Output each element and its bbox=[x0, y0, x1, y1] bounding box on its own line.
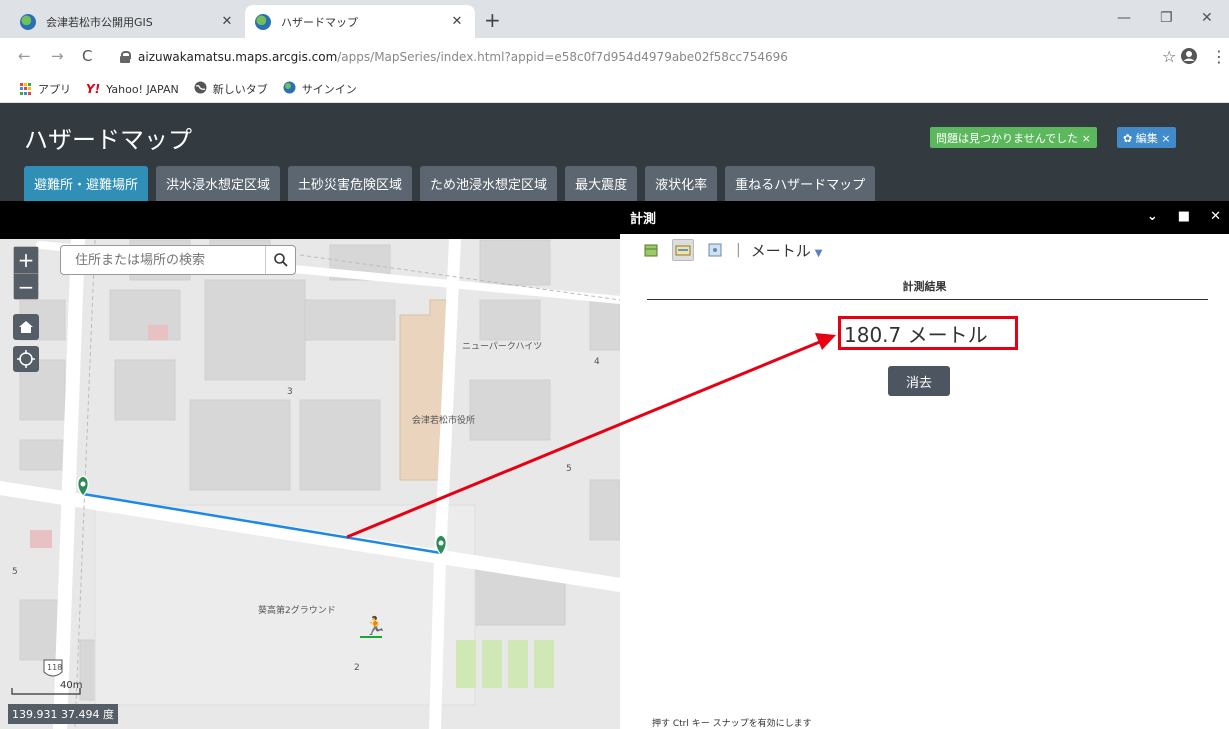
apps-grid-icon bbox=[20, 83, 32, 95]
bookmark-signin[interactable]: サインイン bbox=[283, 81, 357, 97]
distance-tool-button[interactable] bbox=[672, 239, 694, 261]
edit-button[interactable]: ✿ 編集 × bbox=[1117, 127, 1177, 148]
zoom-out-button[interactable]: − bbox=[14, 273, 38, 299]
close-tab-icon[interactable]: ✕ bbox=[449, 14, 465, 29]
tab-title: 会津若松市公開用GIS bbox=[46, 15, 153, 29]
arcgis-favicon-icon bbox=[20, 13, 36, 30]
forward-icon[interactable]: → bbox=[51, 47, 64, 65]
profile-icon[interactable] bbox=[1180, 47, 1198, 70]
map-series-tabs: 避難所・避難場所 洪水浸水想定区域 土砂災害危険区域 ため池浸水想定区域 最大震… bbox=[24, 166, 883, 201]
tab-title: ハザードマップ bbox=[281, 15, 358, 29]
scale-label: 40m bbox=[60, 680, 83, 691]
window-close-icon[interactable]: ✕ bbox=[1201, 10, 1213, 26]
distance-icon bbox=[675, 245, 691, 256]
browser-tab-gis[interactable]: 会津若松市公開用GIS ✕ bbox=[10, 5, 245, 38]
tab-evacuation[interactable]: 避難所・避難場所 bbox=[24, 166, 149, 201]
bookmark-star-icon[interactable]: ☆ bbox=[1162, 47, 1176, 66]
map-top-bar bbox=[0, 201, 620, 239]
zoom-control: + − bbox=[13, 246, 39, 300]
close-panel-icon[interactable]: ✕ bbox=[1210, 209, 1221, 224]
measure-toolbar: | メートル ▼ bbox=[640, 239, 822, 261]
chevron-down-icon: ▼ bbox=[814, 247, 823, 259]
clear-button[interactable]: 消去 bbox=[888, 366, 950, 396]
toolbar-separator: | bbox=[736, 242, 741, 258]
locate-icon bbox=[17, 350, 35, 368]
svg-text:🏃: 🏃 bbox=[364, 615, 386, 637]
locate-button[interactable] bbox=[13, 346, 39, 372]
measure-panel: 計測 ⌄ ■ ✕ | メートル ▼ 計測結果 180.7 メートル 消去 押す C… bbox=[620, 201, 1229, 729]
bookmark-newtab[interactable]: 新しいタブ bbox=[194, 81, 268, 97]
close-tab-icon[interactable]: ✕ bbox=[219, 14, 235, 29]
map-label-city-hall: 会津若松市役所 bbox=[412, 416, 476, 426]
arcgis-icon bbox=[283, 81, 296, 97]
measurement-result: 180.7 メートル bbox=[838, 316, 1018, 350]
zoom-in-button[interactable]: + bbox=[14, 247, 38, 273]
bookmarks-bar: アプリ Y! Yahoo! JAPAN 新しいタブ サインイン bbox=[0, 76, 1229, 103]
tab-overlay[interactable]: 重ねるハザードマップ bbox=[725, 166, 876, 201]
bookmark-label: Yahoo! JAPAN bbox=[106, 82, 179, 96]
map-label-block: 5 bbox=[12, 567, 18, 577]
address-bar[interactable]: aizuwakamatsu.maps.arcgis.com /apps/MapS… bbox=[108, 43, 1188, 71]
coordinates-display: 139.931 37.494 度 bbox=[8, 704, 118, 724]
url-path: /apps/MapSeries/index.html?appid=e58c0f7… bbox=[337, 50, 788, 64]
minimize-icon[interactable]: — bbox=[1117, 10, 1131, 26]
menu-icon[interactable]: ⋮ bbox=[1211, 47, 1227, 66]
tab-seismic[interactable]: 最大震度 bbox=[565, 166, 638, 201]
measure-panel-header: 計測 ⌄ ■ ✕ bbox=[620, 201, 1229, 234]
map-label-ground: 葵高第2グラウンド bbox=[258, 606, 336, 616]
browser-toolbar: ← → C aizuwakamatsu.maps.arcgis.com /app… bbox=[0, 38, 1229, 76]
map-canvas[interactable]: 🏃 bbox=[0, 201, 620, 729]
location-icon bbox=[708, 243, 722, 257]
result-divider bbox=[647, 299, 1208, 300]
snap-hint: 押す Ctrl キー スナップを有効にします bbox=[652, 719, 812, 729]
unit-dropdown[interactable]: メートル ▼ bbox=[751, 240, 823, 261]
yahoo-icon: Y! bbox=[86, 82, 101, 96]
route-number: 118 bbox=[47, 663, 63, 672]
app-title: ハザードマップ bbox=[24, 126, 192, 154]
maximize-icon[interactable]: ■ bbox=[1178, 209, 1190, 224]
area-icon bbox=[644, 244, 658, 257]
globe-icon bbox=[194, 81, 207, 97]
url-host: aizuwakamatsu.maps.arcgis.com bbox=[138, 50, 338, 64]
browser-tab-bar: 会津若松市公開用GIS ✕ ハザードマップ ✕ + — ❐ ✕ bbox=[0, 0, 1229, 38]
bookmark-yahoo[interactable]: Y! Yahoo! JAPAN bbox=[86, 82, 179, 96]
area-tool-button[interactable] bbox=[640, 239, 662, 261]
collapse-icon[interactable]: ⌄ bbox=[1147, 209, 1158, 224]
search-button[interactable] bbox=[265, 246, 295, 274]
tab-landslide[interactable]: 土砂災害危険区域 bbox=[288, 166, 413, 201]
restore-icon[interactable]: ❐ bbox=[1160, 10, 1173, 26]
map-label-apartment: ニューパークハイツ bbox=[462, 342, 543, 352]
search-input[interactable] bbox=[61, 246, 265, 274]
map-label-block: 4 bbox=[594, 357, 600, 367]
status-badge[interactable]: 問題は見つかりませんでした × bbox=[930, 127, 1097, 148]
tab-liquefaction[interactable]: 液状化率 bbox=[645, 166, 718, 201]
app-header: ハザードマップ 問題は見つかりませんでした × ✿ 編集 × 避難所・避難場所 … bbox=[0, 103, 1229, 201]
unit-label: メートル bbox=[750, 241, 811, 260]
tab-flood[interactable]: 洪水浸水想定区域 bbox=[156, 166, 281, 201]
bookmark-label: アプリ bbox=[38, 83, 71, 96]
reload-icon[interactable]: C bbox=[82, 47, 92, 65]
bookmark-label: サインイン bbox=[301, 83, 357, 96]
home-icon bbox=[19, 321, 33, 333]
bookmark-apps[interactable]: アプリ bbox=[20, 81, 71, 97]
search-icon bbox=[273, 253, 288, 267]
map-view[interactable]: 🏃 bbox=[0, 201, 620, 729]
new-tab-icon[interactable]: + bbox=[484, 10, 501, 30]
bookmark-label: 新しいタブ bbox=[212, 83, 268, 96]
map-label-block: 3 bbox=[287, 387, 293, 397]
map-label-block: 2 bbox=[354, 663, 360, 673]
map-search bbox=[60, 245, 296, 275]
location-tool-button[interactable] bbox=[704, 239, 726, 261]
evacuation-site-icon[interactable]: 🏃 bbox=[360, 615, 386, 638]
result-header: 計測結果 bbox=[902, 280, 947, 293]
lock-icon bbox=[120, 51, 131, 63]
map-label-block: 5 bbox=[566, 464, 572, 474]
home-button[interactable] bbox=[13, 314, 39, 340]
browser-tab-hazardmap[interactable]: ハザードマップ ✕ bbox=[245, 5, 475, 38]
back-icon[interactable]: ← bbox=[18, 47, 31, 65]
arcgis-favicon-icon bbox=[255, 13, 271, 30]
panel-title: 計測 bbox=[630, 212, 657, 227]
tab-reservoir[interactable]: ため池浸水想定区域 bbox=[420, 166, 558, 201]
